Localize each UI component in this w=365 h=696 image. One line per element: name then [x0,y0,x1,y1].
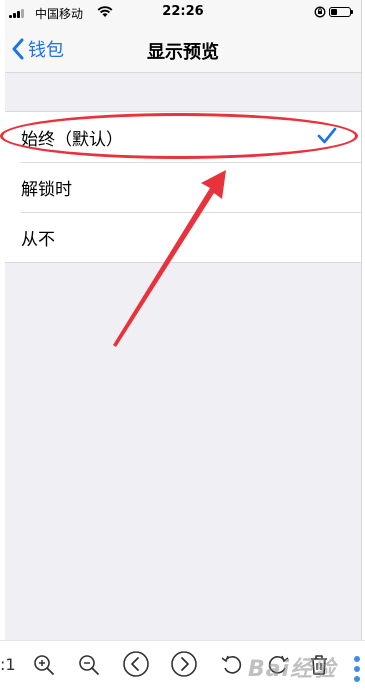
status-bar: 中国移动 22:26 [5,0,361,26]
rotate-left-icon[interactable] [220,653,244,677]
option-always[interactable]: 始终（默认） [5,112,361,162]
zoom-out-icon[interactable] [77,653,101,677]
rotate-right-icon[interactable] [266,653,290,677]
option-label: 解锁时 [21,179,72,200]
more-icon[interactable] [352,655,362,685]
actual-size-button[interactable]: :1 [0,655,16,674]
preview-options-list: 始终（默认） 解锁时 从不 [5,111,361,263]
page-title: 显示预览 [147,42,219,63]
option-never[interactable]: 从不 [5,212,361,262]
zoom-in-icon[interactable] [32,653,56,677]
option-when-unlocked[interactable]: 解锁时 [5,162,361,212]
orientation-lock-icon [314,6,326,18]
option-label: 始终（默认） [21,129,123,150]
option-label: 从不 [21,229,55,250]
phone-screen: 中国移动 22:26 钱包 显示预览 始终（默认） 解锁时 从不 [5,0,362,640]
previous-icon[interactable] [122,650,150,678]
trash-icon[interactable] [308,653,330,677]
checkmark-icon [317,127,337,144]
image-viewer-toolbar: :1 Bai经验 [0,640,365,696]
battery-icon [329,7,353,17]
navigation-bar: 钱包 显示预览 [5,26,361,73]
status-time: 22:26 [162,4,204,19]
next-icon[interactable] [170,650,198,678]
